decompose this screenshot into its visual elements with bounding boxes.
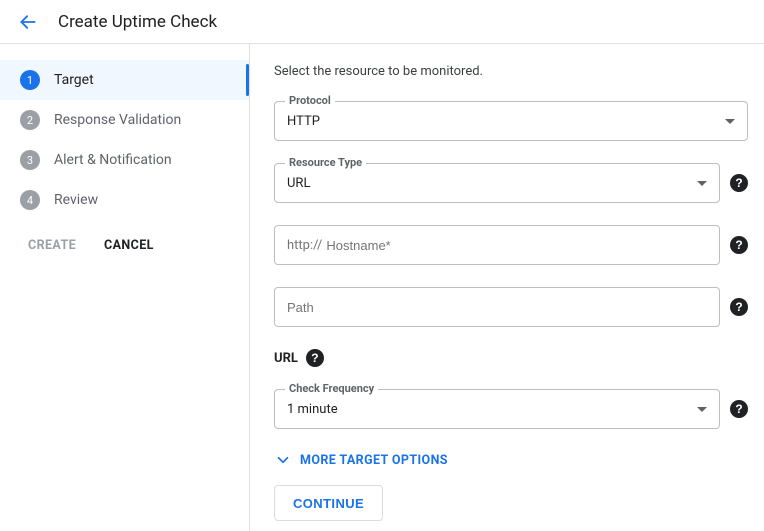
help-icon[interactable]: ? <box>730 174 748 192</box>
step-number: 3 <box>20 150 40 170</box>
form-main: Select the resource to be monitored. Pro… <box>250 44 764 531</box>
protocol-value: HTTP <box>287 114 717 129</box>
continue-button[interactable]: CONTINUE <box>274 485 383 521</box>
step-label: Alert & Notification <box>54 152 172 168</box>
url-label: URL <box>274 351 298 366</box>
resource-type-label: Resource Type <box>285 156 366 169</box>
cancel-button[interactable]: CANCEL <box>104 238 154 253</box>
step-label: Response Validation <box>54 112 181 128</box>
url-row: URL ? <box>274 349 748 367</box>
more-target-options-label: MORE TARGET OPTIONS <box>300 453 448 468</box>
chevron-down-icon <box>725 119 735 124</box>
help-icon[interactable]: ? <box>730 400 748 418</box>
chevron-down-icon <box>697 407 707 412</box>
create-button[interactable]: CREATE <box>28 238 76 253</box>
check-frequency-select[interactable]: Check Frequency 1 minute <box>274 389 720 429</box>
help-icon[interactable]: ? <box>306 349 324 367</box>
stepper-sidebar: 1 Target 2 Response Validation 3 Alert &… <box>0 44 250 531</box>
resource-type-select[interactable]: Resource Type URL <box>274 163 720 203</box>
protocol-select[interactable]: Protocol HTTP <box>274 101 748 141</box>
protocol-label: Protocol <box>285 94 335 107</box>
chevron-down-icon <box>697 181 707 186</box>
help-icon[interactable]: ? <box>730 298 748 316</box>
step-review[interactable]: 4 Review <box>0 180 249 220</box>
intro-text: Select the resource to be monitored. <box>274 64 748 79</box>
step-number: 2 <box>20 110 40 130</box>
page-title: Create Uptime Check <box>58 12 217 32</box>
check-frequency-value: 1 minute <box>287 402 689 417</box>
more-target-options-toggle[interactable]: MORE TARGET OPTIONS <box>274 451 748 469</box>
step-label: Target <box>54 72 94 88</box>
step-target[interactable]: 1 Target <box>0 60 249 100</box>
step-label: Review <box>54 192 98 208</box>
hostname-prefix: http:// <box>287 238 322 253</box>
step-number: 4 <box>20 190 40 210</box>
chevron-down-icon <box>274 451 292 469</box>
resource-type-value: URL <box>287 176 689 191</box>
hostname-input[interactable] <box>326 238 707 253</box>
check-frequency-label: Check Frequency <box>285 382 378 395</box>
step-number: 1 <box>20 70 40 90</box>
step-alert-notification[interactable]: 3 Alert & Notification <box>0 140 249 180</box>
arrow-left-icon <box>18 12 38 32</box>
back-button[interactable] <box>16 10 40 34</box>
help-icon[interactable]: ? <box>730 236 748 254</box>
hostname-field[interactable]: http:// <box>274 225 720 265</box>
page-header: Create Uptime Check <box>0 0 764 44</box>
step-response-validation[interactable]: 2 Response Validation <box>0 100 249 140</box>
path-input[interactable] <box>274 287 720 327</box>
